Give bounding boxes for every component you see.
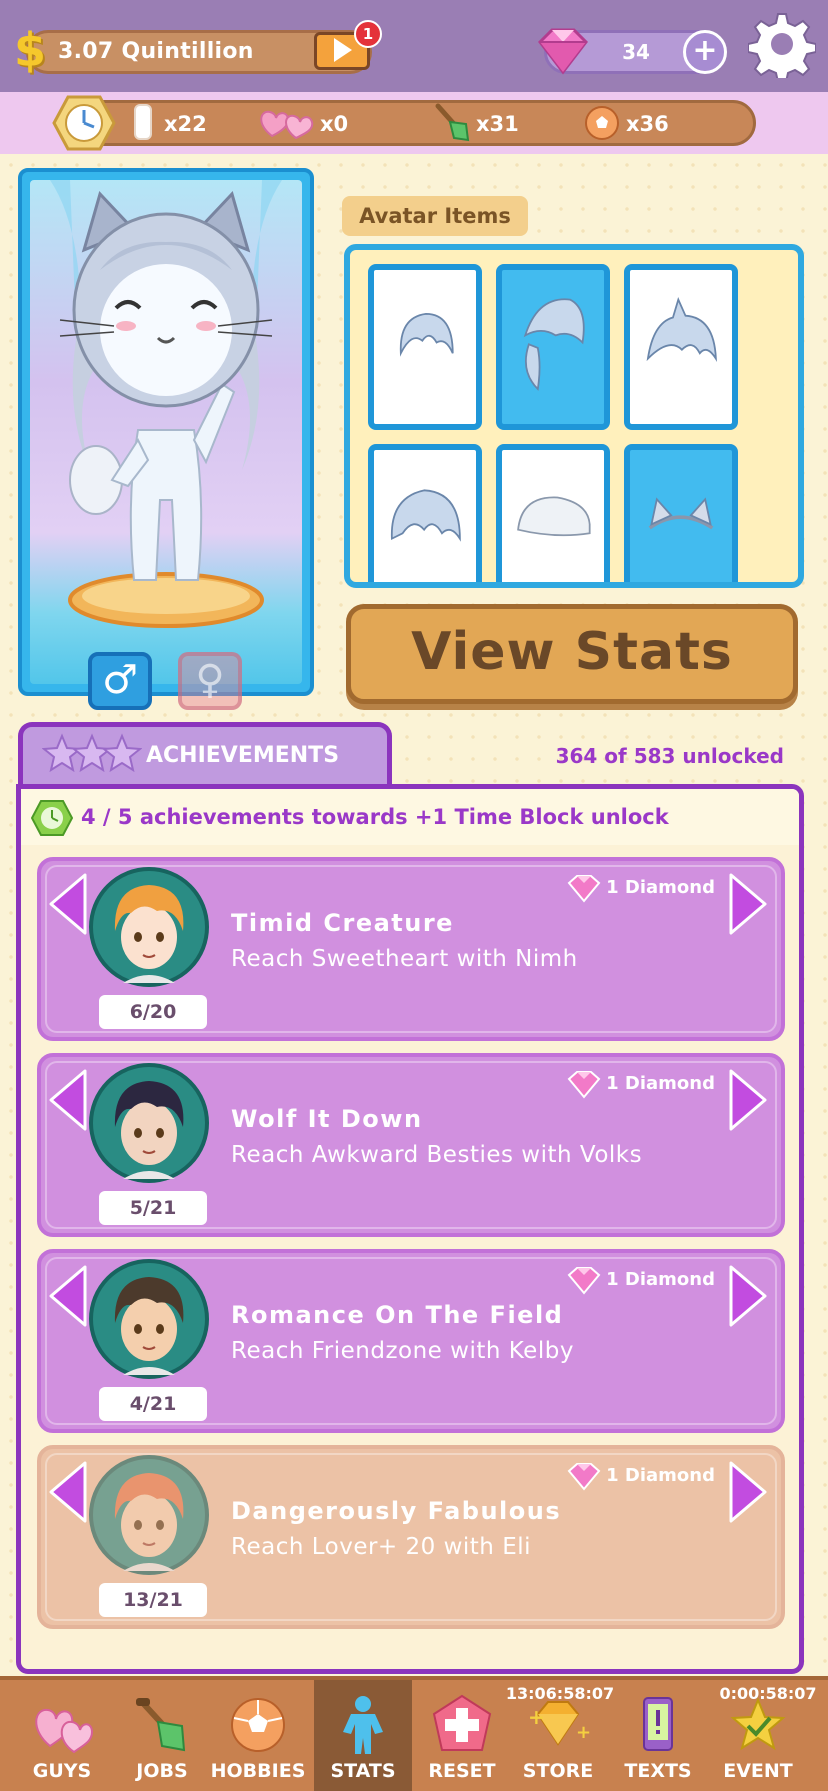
nav-guys[interactable]: GUYS xyxy=(18,1680,106,1791)
hearts-icon xyxy=(35,1708,94,1754)
event-timer: 0:00:58:07 xyxy=(719,1684,817,1703)
stars-icon xyxy=(42,733,142,773)
achievement-card[interactable]: 5/21 1 Diamond Wolf It Down Reach Awkward B… xyxy=(37,1053,785,1237)
previous-arrow-icon[interactable] xyxy=(45,1459,91,1525)
nav-label: EVENT xyxy=(723,1760,793,1782)
shovel-icon xyxy=(136,1698,186,1752)
achievement-title: Timid Creature xyxy=(231,909,454,937)
achievement-progress: 6/20 xyxy=(99,995,207,1029)
nav-label: JOBS xyxy=(136,1760,188,1782)
previous-arrow-icon[interactable] xyxy=(45,871,91,937)
nav-reset[interactable]: RESET xyxy=(418,1680,506,1791)
nav-label: GUYS xyxy=(32,1760,92,1782)
svg-text:+: + xyxy=(528,1705,545,1729)
achievements-list[interactable]: 4 / 5 achievements towards +1 Time Block… xyxy=(16,784,804,1674)
time-block-progress-text: 4 / 5 achievements towards +1 Time Block… xyxy=(81,805,669,829)
nav-hobbies[interactable]: HOBBIES xyxy=(208,1680,308,1791)
achievement-reward: 1 Diamond xyxy=(606,1465,715,1486)
hair-spiky-icon[interactable] xyxy=(624,264,738,430)
hair-messy-icon[interactable] xyxy=(368,444,482,582)
achievement-card[interactable]: 13/21 1 Diamond Dangerously Fabulous Reach … xyxy=(37,1445,785,1629)
ball-icon xyxy=(231,1698,285,1752)
achievement-progress: 5/21 xyxy=(99,1191,207,1225)
achievement-card[interactable]: 6/20 1 Diamond Timid Creature Reach Sweethe… xyxy=(37,857,785,1041)
time-block-count: x22 xyxy=(164,112,207,136)
store-timer: 13:06:58:07 xyxy=(505,1684,615,1703)
character-portrait xyxy=(89,1063,209,1183)
avatar-character xyxy=(50,180,282,628)
nav-texts[interactable]: TEXTS xyxy=(614,1680,702,1791)
view-stats-button[interactable]: View Stats xyxy=(346,604,798,704)
achievement-title: Romance On The Field xyxy=(231,1301,564,1329)
notification-badge: 1 xyxy=(354,20,382,48)
character-portrait xyxy=(89,1455,209,1575)
nav-label: RESET xyxy=(428,1760,496,1782)
nav-label: TEXTS xyxy=(624,1760,692,1782)
settings-gear-icon[interactable] xyxy=(748,10,816,78)
nav-label: STORE xyxy=(522,1760,594,1782)
avatar-items-label: Avatar Items xyxy=(342,196,528,236)
diamond-icon xyxy=(567,1463,601,1491)
achievement-reward: 1 Diamond xyxy=(606,877,715,898)
diamond-icon xyxy=(567,1267,601,1295)
achievements-title: ACHIEVEMENTS xyxy=(146,743,340,768)
clock-icon xyxy=(52,95,116,151)
nav-label: STATS xyxy=(330,1760,396,1782)
shovel-count: x31 xyxy=(476,112,519,136)
previous-arrow-icon[interactable] xyxy=(45,1067,91,1133)
achievement-description: Reach Awkward Besties with Volks xyxy=(231,1142,643,1168)
diamond-icon xyxy=(567,875,601,903)
achievement-reward: 1 Diamond xyxy=(606,1269,715,1290)
achievement-progress: 4/21 xyxy=(99,1387,207,1421)
hearts-icon xyxy=(260,110,314,140)
nav-jobs[interactable]: JOBS xyxy=(118,1680,206,1791)
avatar-items-grid xyxy=(344,244,804,588)
time-block-icon xyxy=(134,104,152,140)
achievement-title: Dangerously Fabulous xyxy=(231,1497,562,1525)
next-arrow-icon[interactable] xyxy=(725,1459,771,1525)
time-block-clock-icon xyxy=(31,800,73,836)
achievements-unlocked-count: 364 of 583 unlocked xyxy=(555,744,784,768)
add-diamonds-button[interactable]: + xyxy=(683,30,727,74)
play-icon xyxy=(334,38,352,62)
hearts-count: x0 xyxy=(320,112,349,136)
cat-ears-icon[interactable] xyxy=(624,444,738,582)
next-arrow-icon[interactable] xyxy=(725,1263,771,1329)
hair-short-icon[interactable] xyxy=(368,264,482,430)
achievement-title: Wolf It Down xyxy=(231,1105,423,1133)
achievement-description: Reach Friendzone with Kelby xyxy=(231,1338,574,1364)
hair-ponytail-icon[interactable] xyxy=(496,264,610,430)
cap-icon[interactable] xyxy=(496,444,610,582)
achievement-progress: 13/21 xyxy=(99,1583,207,1617)
nav-stats[interactable]: STATS xyxy=(314,1680,412,1791)
character-portrait xyxy=(89,867,209,987)
female-gender-button[interactable]: ♀ xyxy=(178,652,242,710)
person-icon xyxy=(343,1696,383,1754)
diamond-icon xyxy=(538,28,588,75)
dollar-icon: $ xyxy=(14,23,47,77)
svg-text:+: + xyxy=(576,1722,590,1743)
male-gender-button[interactable]: ♂ xyxy=(88,652,152,710)
next-arrow-icon[interactable] xyxy=(725,1067,771,1133)
achievement-description: Reach Sweetheart with Nimh xyxy=(231,946,578,972)
achievement-reward: 1 Diamond xyxy=(606,1073,715,1094)
ball-icon xyxy=(585,106,619,140)
diamond-icon xyxy=(567,1071,601,1099)
shovel-icon xyxy=(435,103,470,142)
next-arrow-icon[interactable] xyxy=(725,871,771,937)
phone-icon xyxy=(643,1697,673,1751)
money-amount: 3.07 Quintillion xyxy=(58,39,254,64)
achievement-description: Reach Lover+ 20 with Eli xyxy=(231,1534,532,1560)
reset-icon xyxy=(432,1694,492,1751)
previous-arrow-icon[interactable] xyxy=(45,1263,91,1329)
achievement-card[interactable]: 4/21 1 Diamond Romance On The Field Reach F… xyxy=(37,1249,785,1433)
diamond-count: 34 xyxy=(622,40,650,64)
character-portrait xyxy=(89,1259,209,1379)
ball-count: x36 xyxy=(626,112,669,136)
nav-label: HOBBIES xyxy=(210,1760,306,1782)
